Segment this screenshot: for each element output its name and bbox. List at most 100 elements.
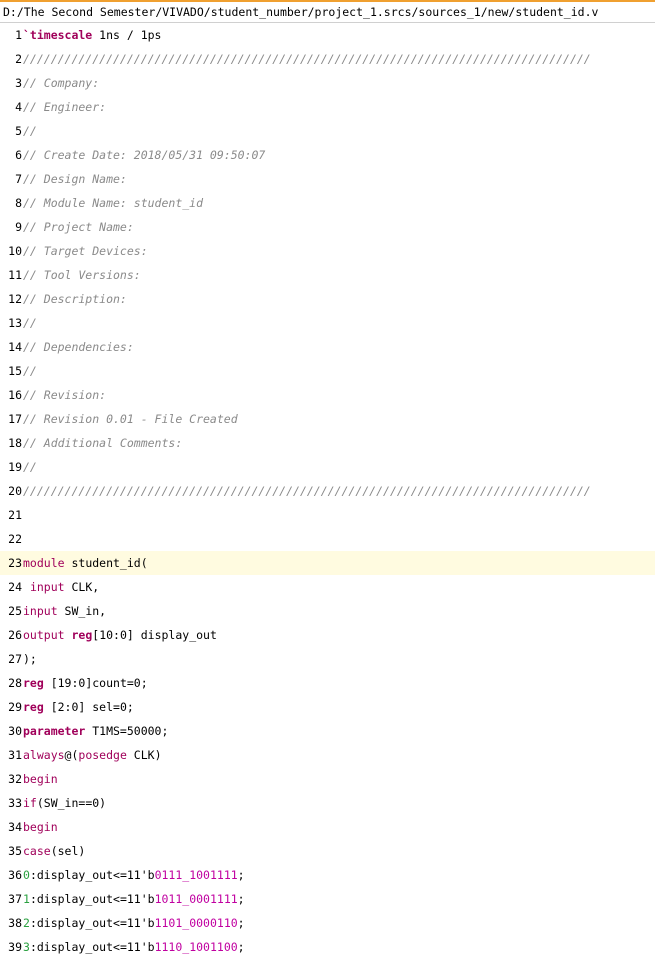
code-token: [19:0]count=0;	[43, 676, 148, 690]
code-token: 1ns / 1ps	[92, 28, 162, 42]
line-number: 20	[8, 484, 22, 498]
line-code: // Revision 0.01 - File Created	[23, 407, 655, 431]
line-code: // Revision:	[23, 383, 655, 407]
code-line[interactable]: 5//	[0, 119, 655, 143]
code-line[interactable]: 29 reg [2:0] sel=0;	[0, 695, 655, 719]
code-line[interactable]: 18// Additional Comments:	[0, 431, 655, 455]
line-code: ////////////////////////////////////////…	[23, 479, 655, 503]
code-line[interactable]: 15//	[0, 359, 655, 383]
code-token: begin	[23, 772, 58, 786]
code-token: // Description:	[23, 292, 127, 306]
line-code: 1:display_out<=11'b1011_0001111;	[23, 887, 655, 911]
line-number: 35	[8, 844, 22, 858]
code-line[interactable]: 16// Revision:	[0, 383, 655, 407]
line-number: 17	[8, 412, 22, 426]
code-line[interactable]: 3// Company:	[0, 71, 655, 95]
code-token: ;	[237, 940, 245, 954]
code-area[interactable]: 1 `timescale 1ns / 1ps 2//////////////////…	[0, 23, 655, 959]
line-number: 21	[8, 508, 22, 522]
code-line[interactable]: 20//////////////////////////////////////…	[0, 479, 655, 503]
code-line[interactable]: 17// Revision 0.01 - File Created	[0, 407, 655, 431]
code-line[interactable]: 38 2:display_out<=11'b1101_0000110;	[0, 911, 655, 935]
code-token: CLK,	[64, 580, 100, 594]
code-token: 3	[23, 940, 30, 954]
code-line[interactable]: 26 output reg[10:0] display_out	[0, 623, 655, 647]
code-line[interactable]: 37 1:display_out<=11'b1011_0001111;	[0, 887, 655, 911]
line-code: // Additional Comments:	[23, 431, 655, 455]
code-line[interactable]: 9// Project Name:	[0, 215, 655, 239]
line-code: //	[23, 455, 655, 479]
code-line[interactable]: 2///////////////////////////////////////…	[0, 47, 655, 71]
line-number: 18	[8, 436, 22, 450]
code-line[interactable]: 25 input SW_in,	[0, 599, 655, 623]
code-line[interactable]: 22	[0, 527, 655, 551]
line-number: 19	[8, 460, 22, 474]
code-line[interactable]: 4// Engineer:	[0, 95, 655, 119]
code-token: b	[147, 940, 155, 954]
code-line[interactable]: 27);	[0, 647, 655, 671]
line-number: 33	[8, 796, 22, 810]
code-line[interactable]: 35 case(sel)	[0, 839, 655, 863]
code-line[interactable]: 32 begin	[0, 767, 655, 791]
code-line[interactable]: 10// Target Devices:	[0, 239, 655, 263]
code-token: b	[147, 868, 155, 882]
code-line[interactable]: 31 always@(posedge CLK)	[0, 743, 655, 767]
code-token: // Additional Comments:	[23, 436, 183, 450]
code-token: );	[23, 652, 37, 666]
code-line[interactable]: 23 module student_id(	[0, 551, 655, 575]
code-line[interactable]: 11// Tool Versions:	[0, 263, 655, 287]
line-code: );	[23, 647, 655, 671]
line-code: // Module Name: student_id	[23, 191, 655, 215]
code-token: reg	[23, 676, 44, 690]
line-number: 13	[8, 316, 22, 330]
code-line[interactable]: 30 parameter T1MS=50000;	[0, 719, 655, 743]
code-token: // Target Devices:	[23, 244, 148, 258]
code-token: `timescale	[23, 28, 93, 42]
code-line[interactable]: 13//	[0, 311, 655, 335]
code-line[interactable]: 34 begin	[0, 815, 655, 839]
code-line[interactable]: 39 3:display_out<=11'b1110_1001100;	[0, 935, 655, 959]
code-token: T1MS=50000;	[85, 724, 169, 738]
code-line[interactable]: 36 0:display_out<=11'b0111_1001111;	[0, 863, 655, 887]
line-code: // Design Name:	[23, 167, 655, 191]
line-number: 4	[15, 100, 22, 114]
code-line[interactable]: 7// Design Name:	[0, 167, 655, 191]
line-number: 34	[8, 820, 22, 834]
code-token: 1101_0000110	[154, 916, 238, 930]
line-code: // Dependencies:	[23, 335, 655, 359]
line-number: 37	[8, 892, 22, 906]
code-token: input	[29, 580, 65, 594]
code-line[interactable]: 8// Module Name: student_id	[0, 191, 655, 215]
code-token: ;	[237, 916, 245, 930]
code-token: [2:0] sel=0;	[43, 700, 134, 714]
code-line[interactable]: 21	[0, 503, 655, 527]
code-token: @(	[64, 748, 79, 762]
code-token: student_id(	[64, 556, 148, 570]
code-line[interactable]: 6// Create Date: 2018/05/31 09:50:07	[0, 143, 655, 167]
line-code: output reg[10:0] display_out	[23, 623, 655, 647]
code-token: // Revision 0.01 - File Created	[23, 412, 238, 426]
code-editor[interactable]: D:/The Second Semester/VIVADO/student_nu…	[0, 0, 655, 954]
line-code: parameter T1MS=50000;	[23, 719, 655, 743]
line-number: 38	[8, 916, 22, 930]
code-line[interactable]: 12// Description:	[0, 287, 655, 311]
code-line[interactable]: 24 input CLK,	[0, 575, 655, 599]
line-code: begin	[23, 767, 655, 791]
line-code: 0:display_out<=11'b0111_1001111;	[23, 863, 655, 887]
code-token: //	[23, 316, 37, 330]
code-line[interactable]: 28 reg [19:0]count=0;	[0, 671, 655, 695]
code-token: :display_out<=11'	[29, 892, 148, 906]
code-token: 2	[23, 916, 30, 930]
line-code: case(sel)	[23, 839, 655, 863]
code-token: always	[23, 748, 65, 762]
code-line[interactable]: 14// Dependencies:	[0, 335, 655, 359]
code-line[interactable]: 1 `timescale 1ns / 1ps	[0, 23, 655, 47]
line-number: 26	[8, 628, 22, 642]
line-code: //	[23, 311, 655, 335]
code-line[interactable]: 19//	[0, 455, 655, 479]
line-code: // Company:	[23, 71, 655, 95]
code-line[interactable]: 33 if(SW_in==0)	[0, 791, 655, 815]
line-number: 16	[8, 388, 22, 402]
